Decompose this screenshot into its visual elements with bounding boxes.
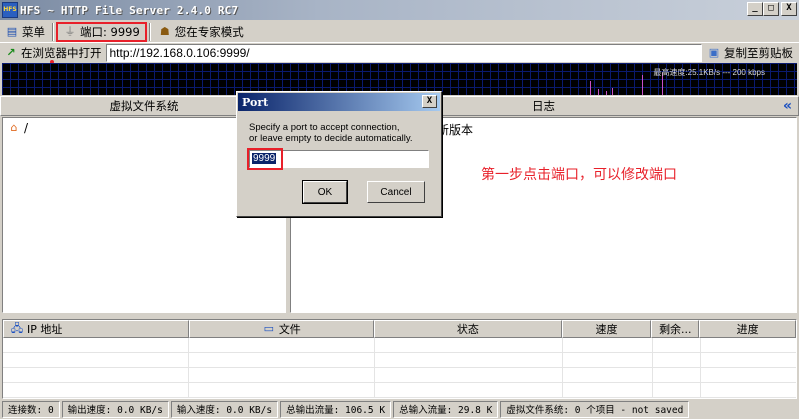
log-header-label: 日志 xyxy=(532,99,555,113)
copy-label: 复制至剪贴板 xyxy=(724,46,793,60)
graph-spike xyxy=(598,89,599,95)
dialog-line-2: or leave empty to decide automatically. xyxy=(249,133,413,144)
status-connections: 连接数: 0 xyxy=(2,400,60,418)
ok-button[interactable]: OK xyxy=(302,180,348,204)
column-header-speed[interactable]: 速度 xyxy=(561,320,652,338)
arrow-icon: ↗ xyxy=(6,46,16,59)
file-icon: ▭ xyxy=(263,322,275,335)
expert-mode-label: 您在专家模式 xyxy=(174,24,244,39)
hfs-app-icon: HFS xyxy=(2,2,18,18)
minimize-button[interactable]: _ xyxy=(747,2,763,16)
graph-spike xyxy=(606,91,607,95)
main-toolbar: ▤ 菜单 ⏚ 端口: 9999 ☗ 您在专家模式 xyxy=(0,21,799,43)
cancel-button[interactable]: Cancel xyxy=(367,181,425,203)
column-header-remaining[interactable]: 剩余... xyxy=(651,320,700,338)
menu-icon: ▤ xyxy=(6,24,18,38)
table-row xyxy=(3,338,796,353)
collapse-icon[interactable]: « xyxy=(783,98,792,114)
url-bar: ↗ 在浏览器中打开 http://192.168.0.106:9999/ ▣ 复… xyxy=(0,43,799,64)
copy-to-clipboard-button[interactable]: ▣ 复制至剪贴板 xyxy=(707,45,799,61)
status-total-in: 总输入流量: 29.8 K xyxy=(393,400,499,418)
network-icon: 🖧 xyxy=(10,322,24,335)
table-row xyxy=(3,368,796,383)
status-in-speed: 输入速度: 0.0 KB/s xyxy=(170,400,279,418)
status-total-out: 总输出流量: 106.5 K xyxy=(280,400,392,418)
expert-mode-button[interactable]: ☗ 您在专家模式 xyxy=(153,22,249,42)
port-button[interactable]: ⏚ 端口: 9999 xyxy=(56,21,147,42)
dialog-close-button[interactable]: X xyxy=(422,95,437,108)
port-dialog: Port X Specify a port to accept connecti… xyxy=(236,91,442,217)
dialog-title: Port xyxy=(238,93,440,111)
expert-mode-icon: ☗ xyxy=(159,24,170,38)
clipboard-icon: ▣ xyxy=(708,46,720,59)
title-bar: HFS HFS ~ HTTP File Server 2.4.0 RC7 _ □… xyxy=(0,0,799,20)
url-field[interactable]: http://192.168.0.106:9999/ xyxy=(105,44,702,62)
status-vfs: 虚拟文件系统: 0 个项目 - not saved xyxy=(500,400,690,418)
annotation-text: 第一步点击端口，可以修改端口 xyxy=(481,167,677,183)
close-button[interactable]: X xyxy=(781,2,797,16)
port-input-highlight xyxy=(247,148,283,170)
table-row xyxy=(3,383,796,398)
connections-table[interactable]: 🖧 IP 地址 ▭ 文件 状态 速度 剩余... 进度 xyxy=(2,319,797,399)
window-controls: _ □ X xyxy=(747,2,797,16)
column-header-file[interactable]: ▭ 文件 xyxy=(188,320,375,338)
menu-label: 菜单 xyxy=(22,24,45,39)
maximize-button[interactable]: □ xyxy=(763,2,779,16)
port-label: 端口: 9999 xyxy=(80,24,140,39)
home-icon: ⌂ xyxy=(10,121,18,134)
window-title: HFS ~ HTTP File Server 2.4.0 RC7 xyxy=(20,3,239,17)
toolbar-separator xyxy=(148,22,151,41)
table-row xyxy=(3,353,796,368)
menu-button[interactable]: ▤ 菜单 xyxy=(0,22,50,42)
toolbar-separator xyxy=(52,22,54,41)
dialog-message: Specify a port to accept connection, or … xyxy=(249,122,439,144)
open-in-browser-button[interactable]: ↗ 在浏览器中打开 xyxy=(0,43,106,64)
graph-spike xyxy=(590,81,591,95)
status-bar: 连接数: 0 输出速度: 0.0 KB/s 输入速度: 0.0 KB/s 总输出… xyxy=(0,399,799,419)
open-in-browser-label: 在浏览器中打开 xyxy=(21,46,102,60)
plug-icon: ⏚ xyxy=(64,24,76,38)
column-header-status[interactable]: 状态 xyxy=(374,320,562,338)
column-header-ip[interactable]: 🖧 IP 地址 xyxy=(3,320,189,338)
graph-spike xyxy=(642,75,643,95)
dialog-line-1: Specify a port to accept connection, xyxy=(249,122,400,133)
connections-table-header: 🖧 IP 地址 ▭ 文件 状态 速度 剩余... 进度 xyxy=(3,320,796,338)
graph-speed-label: 最高速度:25.1KB/s --- 200 kbps xyxy=(653,68,765,77)
vfs-root-item[interactable]: ⌂ / xyxy=(7,121,29,135)
status-out-speed: 输出速度: 0.0 KB/s xyxy=(61,400,169,418)
vfs-root-label: / xyxy=(24,121,29,135)
graph-spike xyxy=(612,88,613,95)
column-header-progress[interactable]: 进度 xyxy=(699,320,796,338)
log-line: 新版本 xyxy=(437,123,474,137)
